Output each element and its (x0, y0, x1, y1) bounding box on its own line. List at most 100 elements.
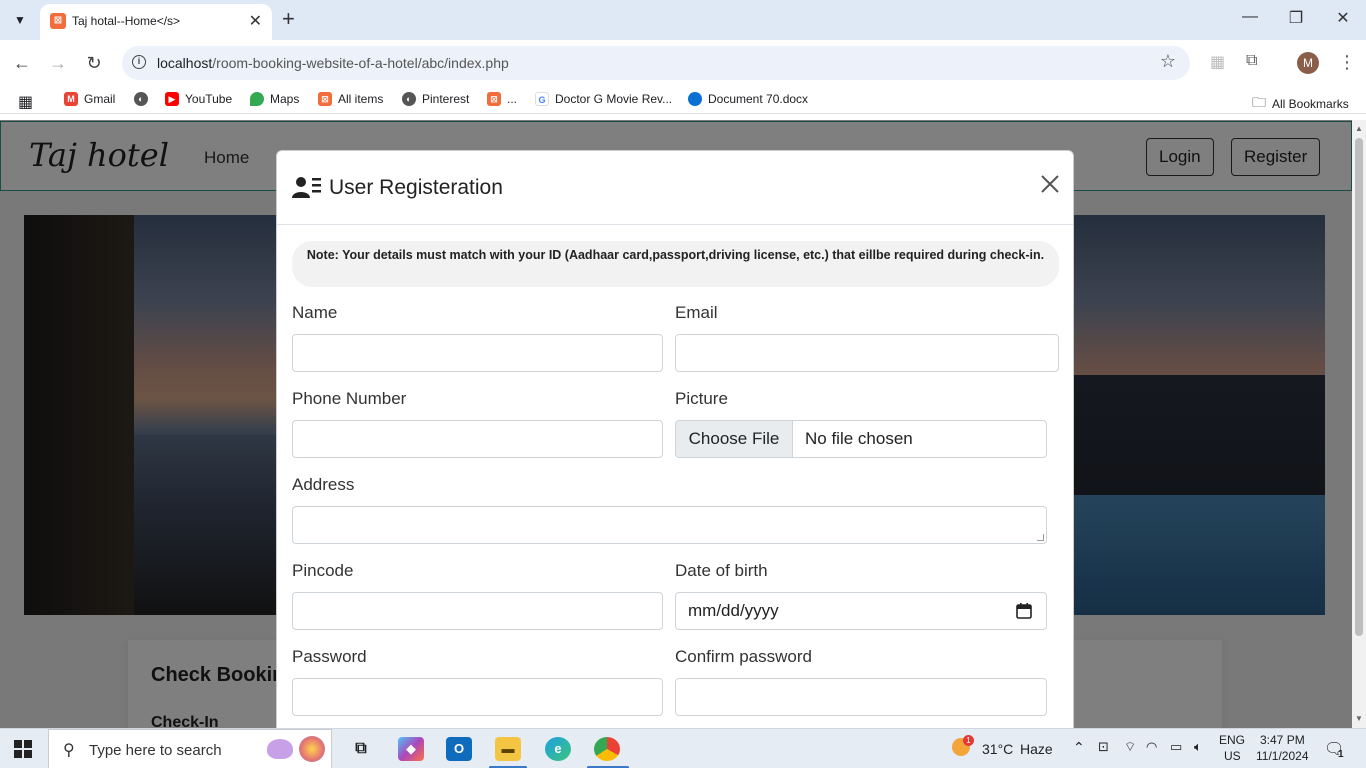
show-hidden-icons-chevron-icon[interactable]: ⌃ (1073, 739, 1085, 756)
dob-label: Date of birth (675, 561, 768, 580)
notification-count: 1 (1338, 749, 1344, 760)
weather-badge: 1 (963, 735, 974, 746)
globe-icon: ◐ (134, 92, 148, 106)
onedrive-cloud-icon (688, 92, 702, 106)
bookmark-globe[interactable]: ◐ (134, 92, 148, 106)
reload-icon[interactable]: ↻ (82, 52, 106, 74)
name-input[interactable] (292, 334, 663, 372)
clock-date[interactable]: 11/1/2024 (1256, 749, 1309, 763)
diya-icon (267, 739, 293, 759)
email-input[interactable] (675, 334, 1059, 372)
address-textarea[interactable] (292, 506, 1047, 544)
picture-label: Picture (675, 389, 728, 408)
address-bar[interactable]: i localhost/room-booking-website-of-a-ho… (122, 46, 1190, 80)
profile-avatar[interactable]: M (1297, 52, 1319, 74)
bookmark-gmail[interactable]: M Gmail (64, 92, 115, 106)
confirm-password-input[interactable] (675, 678, 1047, 716)
taskbar-search[interactable]: ⚲ Type here to search (48, 729, 332, 768)
tab-strip: ▼ ⊠ Taj hotal--Home</s> ✕ + — ❐ ✕ (0, 0, 1366, 40)
choose-file-button[interactable]: Choose File (676, 421, 793, 457)
browser-tab-active[interactable]: ⊠ Taj hotal--Home</s> ✕ (40, 4, 272, 40)
phone-input[interactable] (292, 420, 663, 458)
outlook-icon[interactable]: O (446, 737, 472, 761)
modal-header: User Registeration (277, 151, 1073, 225)
language-us[interactable]: US (1224, 749, 1241, 763)
email-label: Email (675, 303, 718, 322)
chrome-icon[interactable] (594, 737, 620, 761)
picture-file-input[interactable]: Choose File No file chosen (675, 420, 1047, 458)
apps-grid-icon[interactable]: ▦ (18, 92, 33, 112)
resize-grip-icon[interactable] (1037, 534, 1044, 541)
volume-icon[interactable]: 🔈︎ (1194, 739, 1202, 755)
wifi-icon[interactable]: ◠ (1146, 739, 1157, 755)
confirm-password-label: Confirm password (675, 647, 812, 666)
date-placeholder: mm/dd/yyyy (688, 601, 779, 620)
task-view-icon[interactable]: ⧉ (348, 737, 374, 761)
page-viewport: Taj hotel Home Login Register Check Book… (0, 120, 1352, 728)
password-input[interactable] (292, 678, 663, 716)
new-tab-plus-icon[interactable]: + (282, 7, 295, 31)
scrollbar-thumb[interactable] (1355, 138, 1363, 636)
address-label: Address (292, 475, 355, 494)
modal-close-icon[interactable] (1039, 173, 1061, 195)
bookmark-document[interactable]: Document 70.docx (688, 92, 808, 106)
bookmark-xampp[interactable]: ⊠... (487, 92, 517, 106)
pincode-label: Pincode (292, 561, 354, 580)
youtube-icon: ▶ (165, 92, 179, 106)
maps-pin-icon (250, 92, 264, 106)
id-note-badge: Note: Your details must match with your … (292, 241, 1059, 287)
all-bookmarks[interactable]: 🗀 All Bookmarks (1252, 92, 1349, 116)
bookmark-all-items[interactable]: ⊠ All items (318, 92, 383, 106)
user-list-icon (292, 177, 321, 198)
bookmark-star-icon[interactable]: ☆ (1160, 51, 1176, 72)
weather-temp[interactable]: 31°C (982, 741, 1013, 757)
scroll-up-icon[interactable]: ▲ (1355, 124, 1363, 133)
password-label: Password (292, 647, 367, 666)
bookmark-pinterest[interactable]: ◐ Pinterest (402, 92, 469, 106)
copilot-icon[interactable]: ◆ (398, 737, 424, 761)
dob-date-input[interactable]: mm/dd/yyyy (675, 592, 1047, 630)
windows-taskbar: ⚲ Type here to search ⧉ ◆ O ▬ e 1 31°C H… (0, 728, 1366, 768)
language-eng[interactable]: ENG (1219, 733, 1245, 747)
xampp-icon: ⊠ (487, 92, 501, 106)
weather-desc[interactable]: Haze (1020, 741, 1053, 757)
battery-icon[interactable]: ▭ (1170, 739, 1182, 755)
windows-start-icon[interactable] (14, 740, 32, 758)
tab-search-chevron-icon[interactable]: ▼ (8, 8, 32, 32)
clock-time[interactable]: 3:47 PM (1260, 733, 1305, 747)
network-icon[interactable]: ⌔ (1124, 739, 1136, 755)
url-text[interactable]: localhost/room-booking-website-of-a-hote… (157, 55, 509, 71)
extension-placeholder-icon[interactable]: ▦ (1210, 52, 1225, 72)
forward-arrow-icon[interactable]: → (46, 52, 70, 74)
pincode-input[interactable] (292, 592, 663, 630)
bookmarks-bar: ▦ M Gmail ◐ ▶ YouTube Maps ⊠ All items ◐ Pin… (0, 86, 1366, 114)
browser-menu-icon[interactable]: ⋮ (1338, 52, 1356, 73)
meet-now-icon[interactable]: ⊡ (1098, 739, 1109, 755)
bookmark-youtube[interactable]: ▶ YouTube (165, 92, 232, 106)
calendar-icon[interactable] (1016, 603, 1032, 619)
search-icon: ⚲ (63, 742, 75, 759)
back-arrow-icon[interactable]: ← (10, 52, 34, 74)
tab-close-icon[interactable]: ✕ (249, 11, 262, 31)
google-icon: G (535, 92, 549, 106)
gmail-icon: M (64, 92, 78, 106)
file-explorer-icon[interactable]: ▬ (495, 737, 521, 761)
tab-title: Taj hotal--Home</s> (72, 14, 181, 28)
bookmark-maps[interactable]: Maps (250, 92, 299, 106)
globe-icon: ◐ (402, 92, 416, 106)
registration-modal: User Registeration Note: Your details mu… (276, 150, 1074, 728)
page-scrollbar[interactable]: ▲ ▼ (1352, 120, 1366, 728)
edge-icon[interactable]: e (545, 737, 571, 761)
phone-label: Phone Number (292, 389, 407, 408)
site-info-icon[interactable]: i (132, 55, 146, 69)
restore-icon[interactable]: ❐ (1284, 8, 1308, 28)
extensions-puzzle-icon[interactable]: ⧉ (1246, 52, 1257, 70)
xampp-icon: ⊠ (318, 92, 332, 106)
name-label: Name (292, 303, 338, 322)
bookmark-doctor-g[interactable]: G Doctor G Movie Rev... (535, 92, 672, 106)
scroll-down-icon[interactable]: ▼ (1355, 714, 1363, 723)
search-placeholder: Type here to search (89, 742, 222, 759)
modal-title: User Registeration (329, 176, 503, 199)
window-close-icon[interactable]: ✕ (1331, 8, 1355, 28)
minimize-icon[interactable]: — (1238, 8, 1262, 26)
